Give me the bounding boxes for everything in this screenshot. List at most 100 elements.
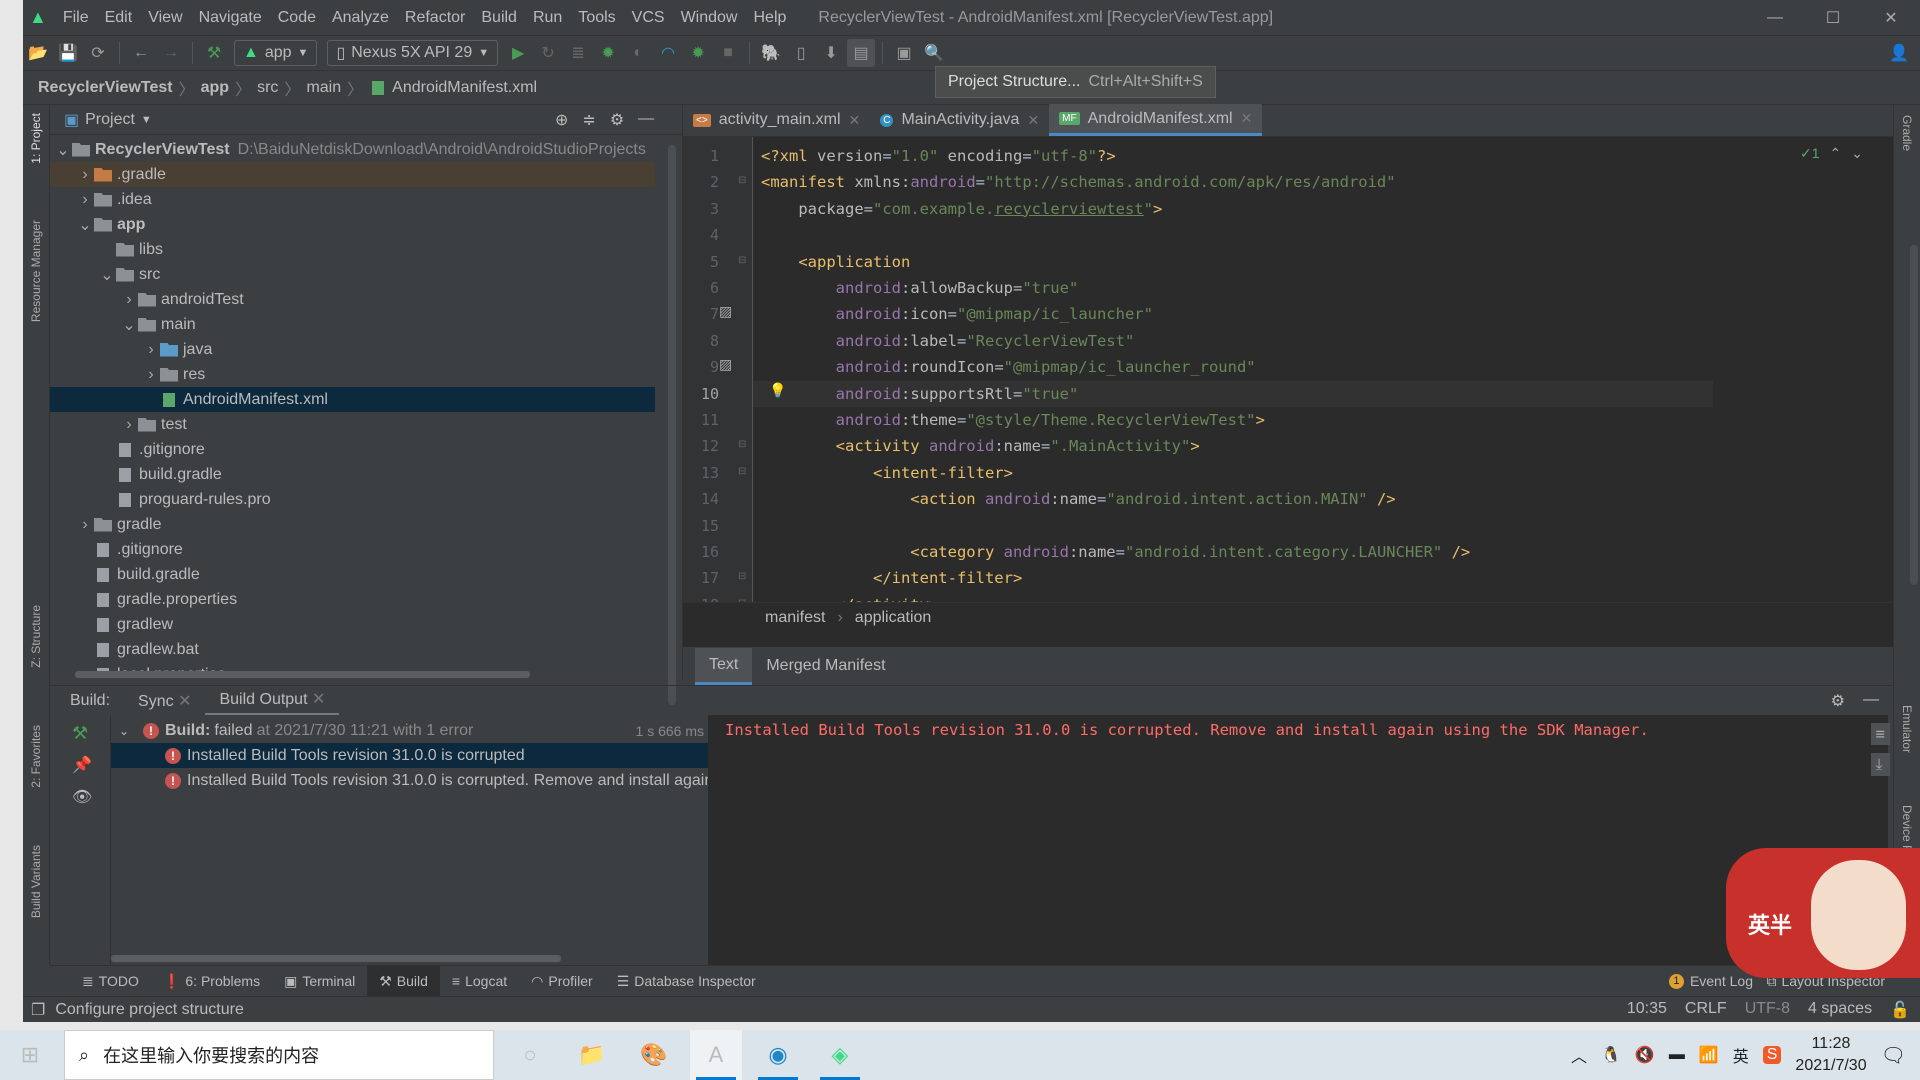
tool-window-build[interactable]: ⚒ Build xyxy=(367,965,440,997)
maximize-button[interactable]: ☐ xyxy=(1804,0,1862,35)
gear-icon[interactable]: ⚙ xyxy=(1831,691,1845,711)
run-coverage-icon[interactable]: ◐ xyxy=(624,39,652,67)
back-icon[interactable]: ← xyxy=(127,39,155,67)
tab-build-output[interactable]: Build Output ✕ xyxy=(205,685,340,716)
tree-item[interactable]: › res xyxy=(50,362,655,387)
menu-window[interactable]: Window xyxy=(673,9,746,27)
emulator-tool-button[interactable]: Emulator xyxy=(1900,705,1914,753)
chevron-right-icon[interactable]: › xyxy=(76,191,94,209)
tree-item[interactable]: › java xyxy=(50,337,655,362)
tree-item[interactable]: proguard-rules.pro xyxy=(50,487,655,512)
menu-run[interactable]: Run xyxy=(525,9,570,27)
sync-icon[interactable]: ⟳ xyxy=(84,39,112,67)
project-tool-button[interactable]: 1: Project xyxy=(29,113,43,164)
intention-bulb-icon[interactable]: 💡 xyxy=(769,383,786,399)
scroll-to-end-icon[interactable]: ⤓ xyxy=(1870,753,1890,776)
structure-tool-button[interactable]: Z: Structure xyxy=(29,605,43,668)
soft-wrap-icon[interactable]: ≡ xyxy=(1870,723,1890,745)
gear-icon[interactable]: ⚙ xyxy=(610,110,624,130)
menu-vcs[interactable]: VCS xyxy=(624,9,673,27)
sogou-icon[interactable]: S xyxy=(1762,1046,1782,1064)
breadcrumb-item[interactable]: AndroidManifest.xml xyxy=(392,79,537,97)
qq-icon[interactable]: 🐧 xyxy=(1601,1045,1621,1065)
ime-indicator[interactable]: 英 xyxy=(1733,1043,1749,1067)
tool-window--problems[interactable]: ❗ 6: Problems xyxy=(151,966,272,997)
error-row[interactable]: ! Installed Build Tools revision 31.0.0 i… xyxy=(111,743,708,768)
sync-gradle-icon[interactable]: 🐘 xyxy=(757,39,785,67)
close-button[interactable]: ✕ xyxy=(1862,0,1920,35)
crumb-manifest[interactable]: manifest xyxy=(765,609,825,627)
fold-icon[interactable]: ⊟ xyxy=(738,439,746,450)
tree-item[interactable]: .gitignore xyxy=(50,537,655,562)
code-area[interactable]: <?xml version="1.0" encoding="utf-8"?> <m… xyxy=(753,137,1713,614)
horizontal-scrollbar[interactable] xyxy=(75,671,530,678)
cortana-icon[interactable]: ○ xyxy=(504,1030,556,1080)
tab-sync[interactable]: Sync ✕ xyxy=(124,687,205,715)
tree-item[interactable]: .gitignore xyxy=(50,437,655,462)
collapse-all-icon[interactable]: ≑ xyxy=(582,110,595,130)
tool-window-logcat[interactable]: ≡ Logcat xyxy=(440,966,519,997)
fold-icon[interactable]: ⊟ xyxy=(738,175,746,186)
run-icon[interactable]: ▶ xyxy=(504,39,532,67)
menu-navigate[interactable]: Navigate xyxy=(191,9,270,27)
menu-edit[interactable]: Edit xyxy=(97,9,141,27)
hammer-icon[interactable]: ⚒ xyxy=(72,723,88,744)
search-icon[interactable]: 🔍 xyxy=(920,39,948,67)
emulator-icon[interactable]: ▣ xyxy=(890,39,918,67)
project-view-dropdown[interactable]: Project xyxy=(85,111,135,129)
menu-build[interactable]: Build xyxy=(473,9,525,27)
stop-icon[interactable]: ■ xyxy=(714,39,742,67)
tree-item[interactable]: › gradle xyxy=(50,512,655,537)
project-structure-icon[interactable]: ▤ xyxy=(847,39,876,67)
gradle-tool-button[interactable]: Gradle xyxy=(1900,115,1914,151)
tree-item[interactable]: › .gradle xyxy=(50,162,655,187)
chevron-down-icon[interactable]: ⌄ xyxy=(120,315,138,335)
tool-window-profiler[interactable]: ◠ Profiler xyxy=(519,966,605,997)
chevron-right-icon[interactable]: › xyxy=(120,291,138,309)
tree-item[interactable]: ⌄ src xyxy=(50,262,655,287)
close-icon[interactable]: ✕ xyxy=(1241,110,1253,127)
menu-code[interactable]: Code xyxy=(270,9,324,27)
tree-item[interactable]: ⌄ RecyclerViewTest D:\BaiduNetdiskDownload… xyxy=(50,137,655,162)
volume-muted-icon[interactable]: 🔇 xyxy=(1635,1045,1655,1065)
tree-item[interactable]: ⌄ app xyxy=(50,212,655,237)
avd-manager-icon[interactable]: ▯ xyxy=(787,39,815,67)
line-separator[interactable]: CRLF xyxy=(1685,1000,1727,1020)
debug-icon[interactable]: ✹ xyxy=(594,39,622,67)
favorites-tool-button[interactable]: 2: Favorites xyxy=(29,725,43,788)
chevron-down-icon[interactable]: ⌄ xyxy=(76,215,94,235)
chevron-down-icon[interactable]: ⌄ xyxy=(119,724,143,738)
tree-item[interactable]: ⌄ main xyxy=(50,312,655,337)
crumb-application[interactable]: application xyxy=(855,609,932,627)
attach-debugger-icon[interactable]: ✹ xyxy=(684,39,712,67)
lock-icon[interactable]: 🔓 xyxy=(1890,1000,1910,1020)
chevron-right-icon[interactable]: › xyxy=(142,366,160,384)
fold-icon[interactable]: ⊟ xyxy=(738,255,746,266)
build-console[interactable]: Installed Build Tools revision 31.0.0 is… xyxy=(708,715,1890,965)
forward-icon[interactable]: → xyxy=(157,39,185,67)
caret-position[interactable]: 10:35 xyxy=(1627,1000,1667,1020)
chevron-right-icon[interactable]: › xyxy=(76,516,94,534)
user-icon[interactable]: 👤 xyxy=(1885,39,1913,67)
tab-text[interactable]: Text xyxy=(695,647,753,685)
battery-icon[interactable]: ▬ xyxy=(1669,1046,1685,1064)
paint-icon[interactable]: 🎨 xyxy=(628,1030,680,1080)
close-icon[interactable]: ✕ xyxy=(1027,112,1039,129)
open-icon[interactable]: 📂 xyxy=(24,39,52,67)
file-encoding[interactable]: UTF-8 xyxy=(1745,1000,1790,1020)
tool-window-terminal[interactable]: ▣ Terminal xyxy=(272,966,367,997)
android-studio-taskbar-icon[interactable]: A xyxy=(690,1030,742,1080)
tree-item[interactable]: › .idea xyxy=(50,187,655,212)
notification-icon[interactable]: 🗨 xyxy=(1881,1043,1906,1068)
apply-changes-icon[interactable]: ↻ xyxy=(534,39,562,67)
menu-tools[interactable]: Tools xyxy=(570,9,623,27)
tree-item[interactable]: libs xyxy=(50,237,655,262)
file-explorer-icon[interactable]: 📁 xyxy=(566,1030,618,1080)
menu-analyze[interactable]: Analyze xyxy=(324,9,397,27)
sdk-manager-icon[interactable]: ⬇ xyxy=(817,39,845,67)
editor-tab[interactable]: C MainActivity.java ✕ xyxy=(870,104,1049,136)
clock[interactable]: 11:28 2021/7/30 xyxy=(1795,1033,1866,1077)
build-summary-row[interactable]: ⌄ ! Build: failed at 2021/7/30 11:21 wit… xyxy=(111,718,708,743)
tool-window-database-inspector[interactable]: ☰ Database Inspector xyxy=(605,966,768,997)
tree-item[interactable]: AndroidManifest.xml xyxy=(50,387,655,412)
